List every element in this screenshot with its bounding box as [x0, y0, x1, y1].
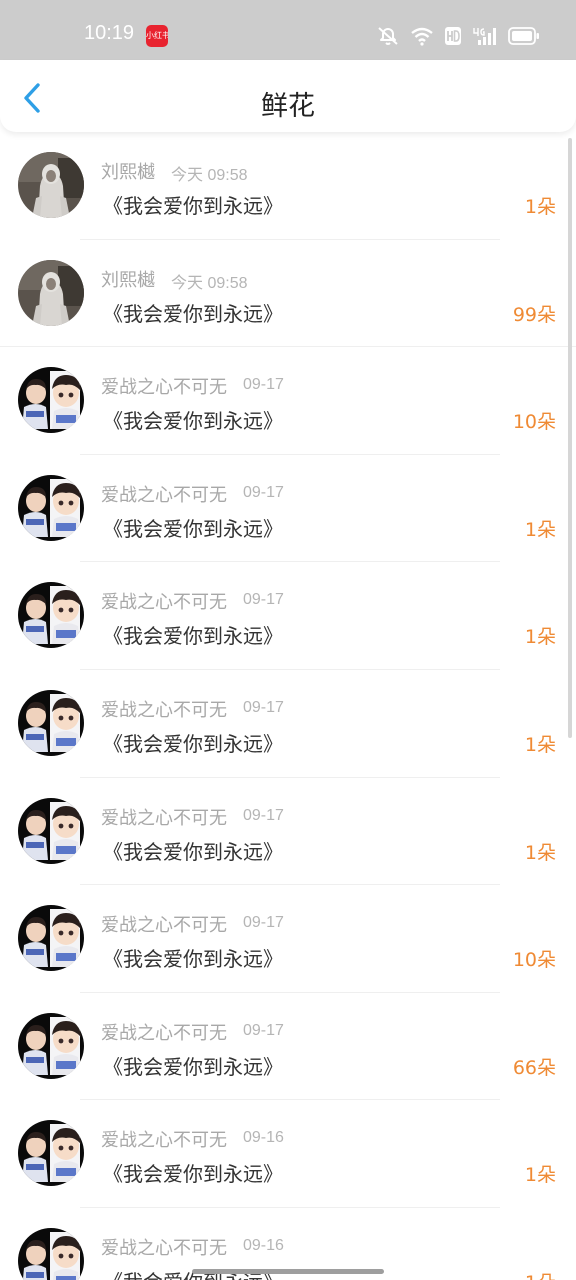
timestamp: 09-17 — [243, 483, 284, 501]
flower-count: 99朵 — [512, 303, 556, 326]
flower-count: 1朵 — [524, 1164, 556, 1187]
cartoon-avatar-icon — [18, 367, 84, 434]
cartoon-avatar-icon — [18, 1012, 84, 1079]
list-item[interactable]: 爱战之心不可无 09-17 《我会爱你到永远》 1朵 — [0, 562, 576, 670]
avatar[interactable] — [18, 797, 84, 864]
cartoon-avatar-icon — [18, 1227, 84, 1280]
gift-message: 《我会爱你到永远》 — [103, 624, 283, 649]
cartoon-avatar-icon — [18, 1120, 84, 1187]
flower-count: 1朵 — [524, 733, 556, 756]
timestamp: 09-17 — [243, 1021, 284, 1039]
photo-avatar-icon — [18, 259, 84, 326]
user-name[interactable]: 爱战之心不可无 — [101, 1019, 227, 1045]
list-item[interactable]: 爱战之心不可无 09-17 《我会爱你到永远》 1朵 — [0, 778, 576, 886]
flower-count: 1朵 — [525, 1268, 556, 1280]
list-item[interactable]: 刘熙樾 今天 09:58 《我会爱你到永远》 99朵 — [0, 240, 576, 348]
avatar[interactable] — [18, 1120, 84, 1187]
gift-message: 《我会爱你到永远》 — [103, 1162, 283, 1187]
cartoon-avatar-icon — [18, 797, 84, 864]
gift-message: 《我会爱你到永远》 — [103, 947, 283, 972]
avatar[interactable] — [18, 474, 84, 541]
list-item[interactable]: 爱战之心不可无 09-17 《我会爱你到永远》 10朵 — [0, 885, 576, 993]
list-item[interactable]: 爱战之心不可无 09-17 《我会爱你到永远》 1朵 — [0, 455, 576, 563]
user-name[interactable]: 爱战之心不可无 — [101, 804, 227, 830]
home-indicator[interactable] — [192, 1269, 384, 1274]
avatar[interactable] — [18, 905, 84, 972]
timestamp: 09-17 — [243, 806, 284, 824]
wifi-icon — [411, 27, 433, 46]
battery-icon — [508, 27, 539, 45]
avatar[interactable] — [18, 1012, 84, 1079]
flower-count: 10朵 — [512, 949, 556, 972]
user-name[interactable]: 刘熙樾 — [101, 266, 155, 292]
list-item[interactable]: 爱战之心不可无 09-17 《我会爱你到永远》 10朵 — [0, 347, 576, 455]
gift-message: 《我会爱你到永远》 — [103, 1054, 283, 1079]
user-name[interactable]: 爱战之心不可无 — [101, 373, 227, 399]
user-name[interactable]: 爱战之心不可无 — [101, 588, 227, 614]
status-icons — [376, 24, 540, 48]
flower-count: 1朵 — [524, 518, 556, 541]
user-name[interactable]: 爱战之心不可无 — [101, 911, 227, 937]
status-bar: 10:19 小红书 — [0, 0, 576, 60]
avatar[interactable] — [18, 582, 84, 649]
avatar[interactable] — [18, 689, 84, 756]
list-item[interactable]: 爱战之心不可无 09-17 《我会爱你到永远》 1朵 — [0, 670, 576, 778]
cartoon-avatar-icon — [18, 474, 84, 541]
timestamp: 今天 09:58 — [171, 274, 248, 292]
flower-count: 10朵 — [512, 411, 556, 434]
photo-avatar-icon — [18, 152, 84, 218]
flower-count: 66朵 — [512, 1056, 556, 1079]
signal-4g-icon — [473, 28, 496, 45]
status-time: 10:19 — [84, 22, 135, 44]
nav-bar: 鲜花 — [0, 60, 576, 132]
cartoon-avatar-icon — [18, 905, 84, 972]
timestamp: 09-17 — [243, 376, 284, 394]
avatar[interactable] — [18, 367, 84, 434]
user-name[interactable]: 爱战之心不可无 — [101, 1126, 227, 1152]
timestamp: 09-17 — [243, 591, 284, 609]
cartoon-avatar-icon — [18, 689, 84, 756]
avatar[interactable] — [18, 259, 84, 326]
user-name[interactable]: 爱战之心不可无 — [101, 696, 227, 722]
user-name[interactable]: 刘熙樾 — [101, 158, 155, 184]
timestamp: 今天 09:58 — [171, 167, 248, 184]
timestamp: 09-17 — [243, 698, 284, 716]
cartoon-avatar-icon — [18, 582, 84, 649]
gift-message: 《我会爱你到永远》 — [103, 516, 283, 541]
gift-message: 《我会爱你到永远》 — [103, 409, 283, 434]
avatar[interactable] — [18, 152, 84, 218]
app-notification-icon: 小红书 — [146, 25, 168, 47]
hd-icon — [445, 27, 461, 45]
scrollbar[interactable] — [568, 138, 572, 738]
flower-count: 1朵 — [524, 196, 556, 218]
flower-count: 1朵 — [524, 841, 556, 864]
flower-gift-list[interactable]: 刘熙樾 今天 09:58 《我会爱你到永远》 1朵 刘熙樾 今天 09:58 《我会爱你到… — [0, 132, 576, 1280]
gift-message: 《我会爱你到永远》 — [103, 194, 283, 218]
avatar[interactable] — [18, 1227, 84, 1280]
mute-icon — [378, 27, 398, 45]
gift-message: 《我会爱你到永远》 — [103, 731, 283, 756]
list-item[interactable]: 爱战之心不可无 09-17 《我会爱你到永远》 66朵 — [0, 993, 576, 1101]
timestamp: 09-16 — [243, 1236, 284, 1254]
flower-count: 1朵 — [524, 626, 556, 649]
page-title: 鲜花 — [261, 91, 315, 122]
user-name[interactable]: 爱战之心不可无 — [101, 481, 227, 507]
list-item[interactable]: 刘熙樾 今天 09:58 《我会爱你到永远》 1朵 — [0, 132, 576, 240]
user-name[interactable]: 爱战之心不可无 — [101, 1234, 227, 1260]
timestamp: 09-17 — [243, 914, 284, 932]
timestamp: 09-16 — [243, 1129, 284, 1147]
gift-message: 《我会爱你到永远》 — [103, 301, 283, 326]
list-item[interactable]: 爱战之心不可无 09-16 《我会爱你到永远》 1朵 — [0, 1100, 576, 1208]
gift-message: 《我会爱你到永远》 — [103, 839, 283, 864]
